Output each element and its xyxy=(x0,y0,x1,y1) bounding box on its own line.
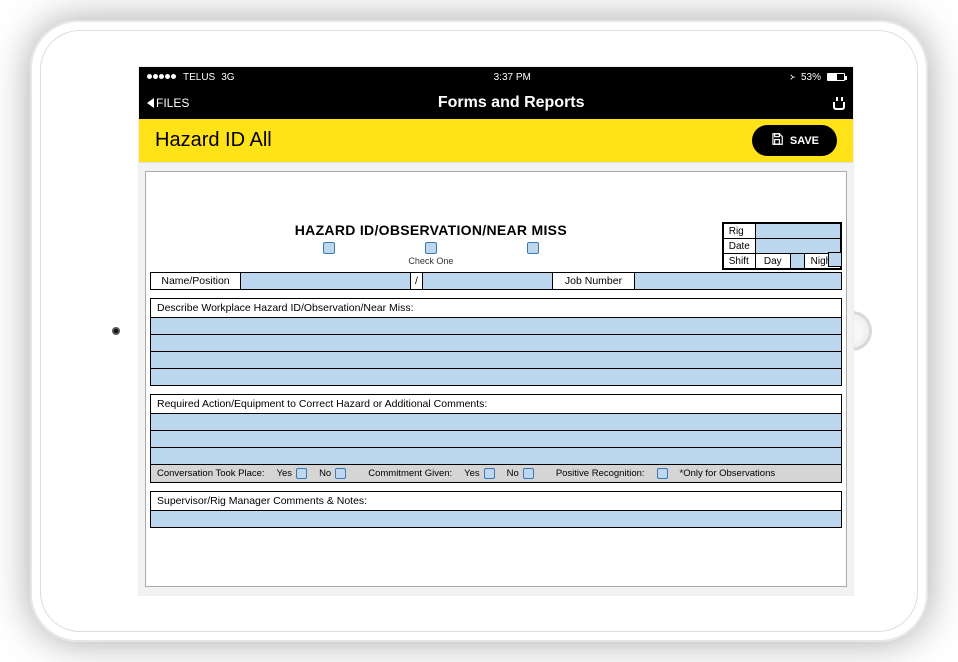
nav-bar: FILES Forms and Reports xyxy=(139,87,853,119)
date-label: Date xyxy=(723,239,755,254)
page-header: Hazard ID All SAVE xyxy=(139,119,853,163)
front-camera xyxy=(112,327,120,335)
nav-title: Forms and Reports xyxy=(189,94,833,112)
commit-no-checkbox[interactable] xyxy=(523,468,534,479)
describe-line[interactable] xyxy=(151,334,841,351)
near-miss-checkbox[interactable] xyxy=(527,242,539,254)
network-label: 3G xyxy=(221,72,234,83)
conv-yes-checkbox[interactable] xyxy=(296,468,307,479)
day-label: Day xyxy=(755,254,790,269)
save-label: SAVE xyxy=(790,135,819,147)
name-job-row: Name/Position / Job Number xyxy=(150,272,842,290)
slash-divider: / xyxy=(411,273,423,290)
rig-date-shift-box: Rig Date ShiftDayNight xyxy=(722,222,842,270)
job-number-field[interactable] xyxy=(635,273,842,290)
supervisor-header: Supervisor/Rig Manager Comments & Notes: xyxy=(151,492,841,510)
hazard-id-checkbox[interactable] xyxy=(323,242,335,254)
sync-icon[interactable] xyxy=(833,97,845,110)
conversation-footer: Conversation Took Place: Yes No Commitme… xyxy=(151,464,841,482)
observation-checkbox[interactable] xyxy=(425,242,437,254)
commit-yes-checkbox[interactable] xyxy=(484,468,495,479)
job-number-label: Job Number xyxy=(553,273,635,290)
clock: 3:37 PM xyxy=(494,72,531,83)
battery-icon xyxy=(827,73,845,81)
supervisor-line[interactable] xyxy=(151,510,841,527)
form-sheet: Rig Date ShiftDayNight HAZARD ID/OBSERVA… xyxy=(145,171,847,587)
positive-label: Positive Recognition: xyxy=(556,468,645,479)
name-field[interactable] xyxy=(241,273,411,290)
describe-line[interactable] xyxy=(151,368,841,385)
carrier-label: TELUS xyxy=(183,72,215,83)
status-bar: TELUS 3G 3:37 PM ᚛ 53% xyxy=(139,67,853,87)
describe-header: Describe Workplace Hazard ID/Observation… xyxy=(151,299,841,317)
form-canvas[interactable]: Rig Date ShiftDayNight HAZARD ID/OBSERVA… xyxy=(139,163,853,595)
commit-yes-label: Yes xyxy=(464,468,480,479)
signal-strength-icon xyxy=(147,72,177,83)
positive-checkbox[interactable] xyxy=(657,468,668,479)
bluetooth-icon: ᚛ xyxy=(790,72,795,83)
night-checkbox[interactable] xyxy=(828,252,842,267)
supervisor-section: Supervisor/Rig Manager Comments & Notes: xyxy=(150,491,842,528)
action-line[interactable] xyxy=(151,413,841,430)
back-label: FILES xyxy=(156,96,189,110)
day-checkbox[interactable] xyxy=(790,254,804,269)
floppy-icon xyxy=(770,132,784,149)
back-button[interactable]: FILES xyxy=(147,96,189,110)
describe-line[interactable] xyxy=(151,351,841,368)
page-title: Hazard ID All xyxy=(155,129,272,152)
battery-percent: 53% xyxy=(801,72,821,83)
action-line[interactable] xyxy=(151,430,841,447)
shift-label: Shift xyxy=(723,254,755,269)
conv-no-checkbox[interactable] xyxy=(335,468,346,479)
commit-no-label: No xyxy=(507,468,519,479)
describe-section: Describe Workplace Hazard ID/Observation… xyxy=(150,298,842,386)
describe-line[interactable] xyxy=(151,317,841,334)
rig-field[interactable] xyxy=(755,224,840,239)
screen: TELUS 3G 3:37 PM ᚛ 53% FILES Forms and R… xyxy=(138,66,854,596)
name-position-label: Name/Position xyxy=(151,273,241,290)
action-header: Required Action/Equipment to Correct Haz… xyxy=(151,395,841,413)
position-field[interactable] xyxy=(423,273,553,290)
rig-label: Rig xyxy=(723,224,755,239)
conv-yes-label: Yes xyxy=(277,468,293,479)
commitment-label: Commitment Given: xyxy=(368,468,452,479)
action-section: Required Action/Equipment to Correct Haz… xyxy=(150,394,842,483)
action-line[interactable] xyxy=(151,447,841,464)
chevron-left-icon xyxy=(147,98,154,108)
ipad-frame: TELUS 3G 3:37 PM ᚛ 53% FILES Forms and R… xyxy=(30,20,928,642)
conv-no-label: No xyxy=(319,468,331,479)
save-button[interactable]: SAVE xyxy=(752,125,837,156)
only-obs-label: *Only for Observations xyxy=(680,468,776,479)
conversation-label: Conversation Took Place: xyxy=(157,468,265,479)
